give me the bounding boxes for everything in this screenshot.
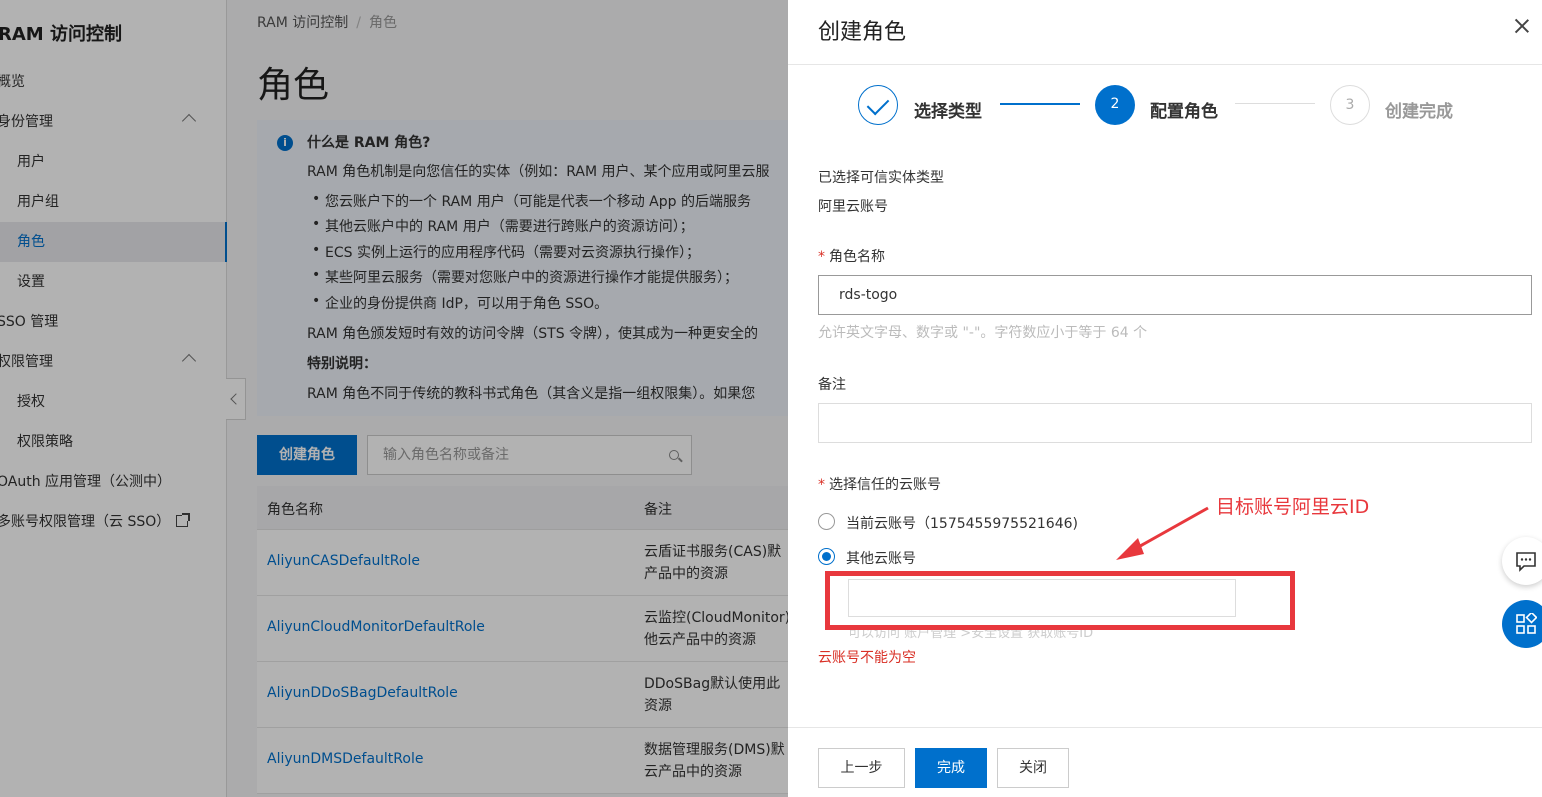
annotation-text: 目标账号阿里云ID xyxy=(1216,496,1370,518)
step-done-check-icon xyxy=(858,85,898,125)
field-label-text: 选择信任的云账号 xyxy=(829,477,941,493)
feedback-chat-button[interactable] xyxy=(1502,537,1542,585)
role-name-input[interactable] xyxy=(819,276,1531,314)
remark-field xyxy=(818,403,1532,443)
create-role-drawer: 创建角色 选择类型 2 配置角色 3 创建完成 已选择可信实体类型 阿里云账号 … xyxy=(788,0,1542,797)
close-button[interactable]: 关闭 xyxy=(997,748,1069,788)
apps-grid-icon xyxy=(1516,613,1537,634)
step-number: 3 xyxy=(1330,85,1370,125)
previous-step-button[interactable]: 上一步 xyxy=(818,748,905,788)
radio-button-selected[interactable] xyxy=(818,548,835,565)
trust-account-label: * 选择信任的云账号 xyxy=(818,474,941,494)
chat-icon xyxy=(1516,552,1536,572)
remark-input[interactable] xyxy=(819,404,1531,442)
role-name-label: * 角色名称 xyxy=(818,246,885,266)
divider xyxy=(788,727,1542,728)
required-mark: * xyxy=(818,477,825,493)
role-name-field xyxy=(818,275,1532,315)
step-label: 创建完成 xyxy=(1385,102,1453,122)
finish-button[interactable]: 完成 xyxy=(915,748,987,788)
modal-backdrop[interactable] xyxy=(0,0,788,797)
step-number: 2 xyxy=(1095,85,1135,125)
required-mark: * xyxy=(818,249,825,265)
apps-menu-button[interactable] xyxy=(1502,600,1542,648)
step-label: 配置角色 xyxy=(1150,102,1218,122)
step-label: 选择类型 xyxy=(914,102,982,122)
radio-label: 当前云账号（1575455975521646) xyxy=(846,516,1078,532)
divider xyxy=(788,64,1542,65)
step-connector xyxy=(1235,103,1315,104)
close-icon[interactable] xyxy=(1514,18,1530,34)
entity-type-value: 阿里云账号 xyxy=(818,199,888,215)
account-error-message: 云账号不能为空 xyxy=(818,650,916,666)
step-connector xyxy=(1000,103,1080,105)
annotation-arrow-icon xyxy=(1116,506,1209,560)
entity-type-label: 已选择可信实体类型 xyxy=(818,170,944,186)
role-name-hint: 允许英文字母、数字或 "-"。字符数应小于等于 64 个 xyxy=(818,325,1148,341)
field-label-text: 角色名称 xyxy=(829,249,885,265)
radio-label: 其他云账号 xyxy=(846,551,916,567)
remark-label: 备注 xyxy=(818,377,846,393)
radio-button[interactable] xyxy=(818,513,835,530)
drawer-title: 创建角色 xyxy=(818,20,907,45)
annotation-highlight-box xyxy=(825,571,1295,630)
